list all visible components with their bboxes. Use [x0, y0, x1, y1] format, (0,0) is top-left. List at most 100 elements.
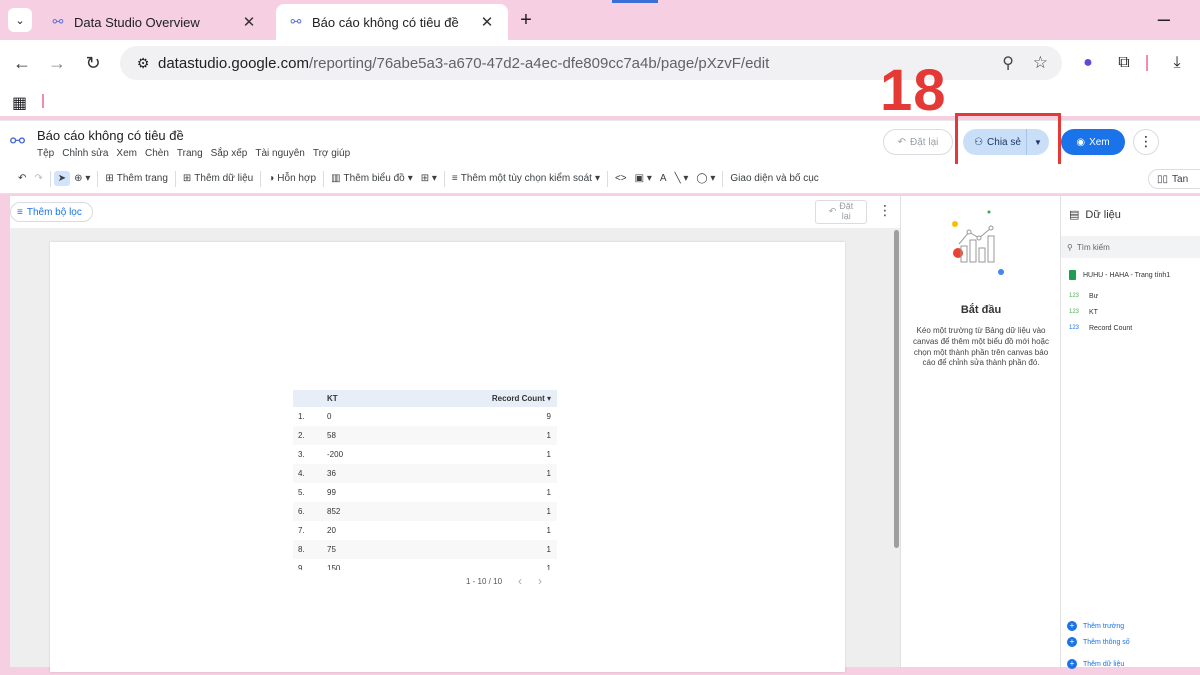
add-field-link[interactable]: + Thêm trường — [1067, 621, 1124, 631]
edit-toolbar: ↶ ↷ ➤ ⊕ ▾ ⊞ Thêm trang ⊞ Thêm dữ liệu ◑ Hỗn… — [0, 164, 1200, 194]
apps-grid-icon[interactable]: ▦ — [12, 93, 27, 113]
control-icon: ≡ — [451, 173, 458, 184]
redo-icon[interactable]: ↷ — [30, 173, 46, 184]
reload-icon[interactable]: ↻ — [81, 51, 105, 75]
cell-record-count: 1 — [546, 507, 551, 516]
field-item[interactable]: 123 KT — [1069, 309, 1098, 316]
site-info-icon[interactable]: ⚙ — [128, 55, 158, 72]
minimize-window-button[interactable]: – — [1158, 6, 1170, 32]
table-row[interactable]: 2. 58 1 — [293, 426, 557, 445]
blend-icon: ◑ — [268, 173, 275, 184]
add-page-button[interactable]: ⊞ Thêm trang — [101, 173, 172, 184]
extensions-puzzle-icon[interactable]: ⧉ — [1113, 52, 1135, 74]
undo-arrow-icon: ↶ — [897, 136, 907, 148]
add-data-button[interactable]: ⊞ Thêm dữ liệu — [179, 173, 257, 184]
cell-record-count: 1 — [546, 431, 551, 440]
next-page-icon[interactable]: › — [538, 574, 542, 588]
row-index: 8. — [298, 545, 305, 554]
bookmark-divider — [42, 94, 44, 108]
shape-icon[interactable]: ◯ ▾ — [692, 173, 719, 184]
close-tab-icon[interactable]: ✕ — [240, 13, 258, 31]
sort-desc-icon: ▾ — [546, 394, 551, 403]
filter-more-icon[interactable]: ⋮ — [878, 202, 892, 219]
get-started-description: Kéo một trường từ Bảng dữ liệu vào canva… — [913, 326, 1049, 368]
add-data-link[interactable]: + Thêm dữ liệu — [1067, 659, 1124, 669]
bookmark-star-icon[interactable]: ☆ — [1033, 53, 1048, 73]
table-row[interactable]: 5. 99 1 — [293, 483, 557, 502]
table-row[interactable]: 7. 20 1 — [293, 521, 557, 540]
table-row[interactable]: 8. 75 1 — [293, 540, 557, 559]
menu-page[interactable]: Trang — [177, 148, 203, 159]
add-page-icon: ⊞ — [105, 173, 114, 184]
menu-arrange[interactable]: Sắp xếp — [211, 148, 248, 159]
table-row[interactable]: 1. 0 9 — [293, 407, 557, 426]
plus-icon: + — [1067, 637, 1077, 647]
tab-untitled-report[interactable]: ⚯ Báo cáo không có tiêu đề ✕ — [276, 4, 508, 40]
embed-code-icon[interactable]: <> — [611, 173, 631, 184]
menu-file[interactable]: Tệp — [37, 148, 54, 159]
reset-button[interactable]: ↶ Đặt lại — [883, 129, 953, 155]
prev-page-icon[interactable]: ‹ — [518, 574, 522, 588]
data-source-name: HUHU - HAHA - Trang tính1 — [1083, 271, 1171, 279]
add-filter-button[interactable]: ≡ Thêm bộ lọc — [10, 202, 93, 222]
filter-reset-button[interactable]: ↶ Đặt lại — [815, 200, 867, 224]
theme-layout-button[interactable]: Giao diện và bố cục — [726, 173, 822, 184]
undo-icon[interactable]: ↶ — [14, 173, 30, 184]
number-type-icon: 123 — [1069, 309, 1080, 315]
line-icon[interactable]: ╲ ▾ — [671, 173, 693, 184]
canvas-scrollbar[interactable] — [894, 230, 899, 548]
table-pagination: 1 - 10 / 10 ‹ › — [466, 574, 542, 588]
more-options-button[interactable]: ⋮ — [1133, 129, 1159, 155]
cell-record-count: 1 — [546, 526, 551, 535]
tab-search-button[interactable]: ⌄ — [8, 8, 32, 32]
add-chart-button[interactable]: ▥ Thêm biểu đồ ▾ — [327, 173, 417, 184]
blend-button[interactable]: ◑ Hỗn hợp — [264, 173, 320, 184]
back-icon[interactable]: ← — [10, 51, 34, 75]
add-parameter-link[interactable]: + Thêm thông số — [1067, 637, 1130, 647]
forward-icon[interactable]: → — [45, 51, 69, 75]
close-tab-icon[interactable]: ✕ — [478, 13, 496, 31]
field-search-input[interactable]: ⚲ Tìm kiếm — [1061, 236, 1200, 258]
zoom-menu-icon[interactable]: ⊕ ▾ — [70, 173, 94, 184]
canvas-area: ≡ Thêm bộ lọc ↶ Đặt lại ⋮ KT Record Count… — [10, 196, 900, 672]
view-button[interactable]: ◉ Xem — [1061, 129, 1125, 155]
image-icon[interactable]: ▣ ▾ — [631, 173, 656, 184]
report-title[interactable]: Báo cáo không có tiêu đề — [37, 128, 184, 143]
row-index: 6. — [298, 507, 305, 516]
toolbar-separator — [323, 170, 325, 187]
pagination-label: 1 - 10 / 10 — [466, 576, 503, 586]
text-box-icon[interactable]: A — [656, 173, 671, 184]
zoom-icon[interactable]: ⚲ — [1002, 53, 1014, 73]
record-count-label: Record Count — [491, 394, 545, 403]
field-item[interactable]: 123 Bư — [1069, 293, 1098, 300]
data-studio-favicon-icon: ⚯ — [290, 14, 302, 29]
data-source-item[interactable]: HUHU - HAHA - Trang tính1 — [1069, 270, 1170, 280]
tab-data-studio-overview[interactable]: ⚯ Data Studio Overview ✕ — [38, 4, 270, 40]
menu-insert[interactable]: Chèn — [145, 148, 169, 159]
menu-resource[interactable]: Tài nguyên — [255, 148, 304, 159]
download-icon[interactable]: ⤓ — [1166, 52, 1188, 74]
table-row[interactable]: 9. 150 1 — [293, 559, 557, 570]
menu-edit[interactable]: Chỉnh sửa — [62, 148, 108, 159]
row-index: 4. — [298, 469, 305, 478]
data-studio-logo-icon[interactable]: ⚯ — [10, 131, 25, 152]
report-page[interactable]: KT Record Count ▾ 1. 0 9 2. 58 1 3. -200 1 4. 36 1 5… — [50, 242, 845, 672]
table-row[interactable]: 6. 852 1 — [293, 502, 557, 521]
column-header-record-count[interactable]: Record Count ▾ — [467, 394, 557, 403]
table-row[interactable]: 4. 36 1 — [293, 464, 557, 483]
field-item[interactable]: 123 Record Count — [1069, 325, 1132, 332]
add-control-button[interactable]: ≡ Thêm một tùy chọn kiểm soát ▾ — [448, 173, 604, 184]
menu-help[interactable]: Trợ giúp — [313, 148, 350, 159]
select-cursor-icon[interactable]: ➤ — [53, 171, 71, 186]
table-row[interactable]: 3. -200 1 — [293, 445, 557, 464]
add-control-label: Thêm một tùy chọn kiểm soát — [460, 173, 592, 184]
theme-tab-button[interactable]: ▯▯ Tan — [1148, 169, 1200, 189]
menu-view[interactable]: Xem — [116, 148, 137, 159]
data-table[interactable]: KT Record Count ▾ 1. 0 9 2. 58 1 3. -200 1 4. 36 1 5… — [293, 390, 557, 570]
bookmarks-bar: ▦ — [0, 86, 1200, 116]
extension-robot-icon[interactable]: ● — [1077, 52, 1099, 74]
step-number: 18 — [880, 58, 947, 123]
community-viz-icon[interactable]: ⊞ ▾ — [417, 173, 441, 184]
new-tab-button[interactable]: + — [514, 9, 538, 33]
column-header-kt[interactable]: KT — [327, 394, 467, 403]
